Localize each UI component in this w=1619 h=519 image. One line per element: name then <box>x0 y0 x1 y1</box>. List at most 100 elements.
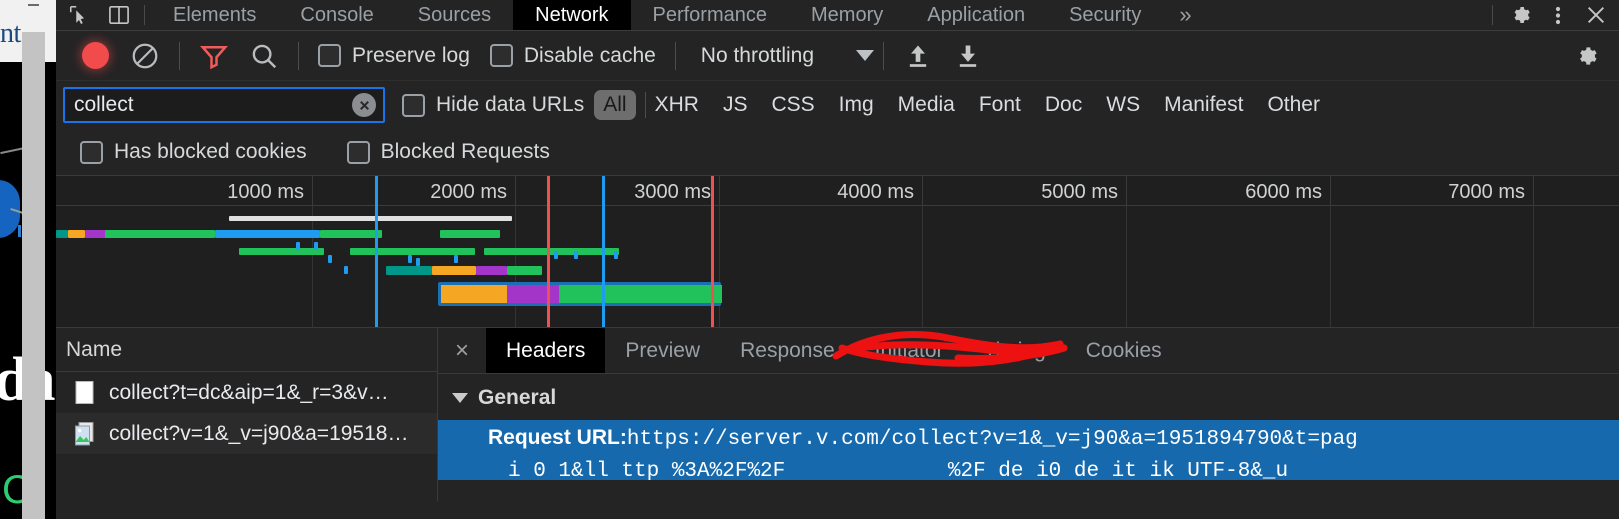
type-filter-manifest[interactable]: Manifest <box>1164 93 1243 117</box>
disable-cache-label: Disable cache <box>523 43 656 67</box>
overview-tick-label: 3000 ms <box>634 181 711 203</box>
has-blocked-cookies-box <box>80 140 103 164</box>
disable-cache-checkbox[interactable]: Disable cache <box>480 44 666 68</box>
waterfall-bar <box>386 266 432 275</box>
overview-tick-line <box>312 176 313 205</box>
waterfall-selected-bar[interactable] <box>438 282 722 306</box>
type-filter-media[interactable]: Media <box>898 93 955 117</box>
blocked-requests-label: Blocked Requests <box>380 140 550 163</box>
settings-gear-icon[interactable] <box>1503 0 1537 31</box>
type-filter-doc[interactable]: Doc <box>1045 93 1082 117</box>
tabs-overflow-icon[interactable]: » <box>1163 0 1207 30</box>
type-filter-all[interactable]: All <box>594 90 636 120</box>
waterfall-marker <box>408 255 412 263</box>
tab-performance[interactable]: Performance <box>631 0 790 30</box>
devtools-panel: Elements Console Sources Network Perform… <box>56 0 1619 519</box>
tab-network[interactable]: Network <box>513 0 631 30</box>
tab-response[interactable]: Response <box>720 328 855 373</box>
waterfall-bar <box>476 266 507 275</box>
tab-elements[interactable]: Elements <box>151 0 278 30</box>
page-content-behind-devtools: nt da C <box>0 0 56 519</box>
request-url-row[interactable]: Request URL:https://server.v.com/collect… <box>438 420 1619 458</box>
general-section-header[interactable]: General <box>438 374 1619 420</box>
overview-tick-label: 1000 ms <box>227 181 304 203</box>
tab-timing[interactable]: Timing <box>964 328 1066 373</box>
waterfall-bar <box>105 230 215 238</box>
waterfall-marker <box>614 251 618 259</box>
toolbar-divider-1 <box>179 41 180 70</box>
has-blocked-cookies-checkbox[interactable]: Has blocked cookies <box>70 140 317 164</box>
blocked-requests-checkbox[interactable]: Blocked Requests <box>337 140 560 164</box>
table-row[interactable]: collect?t=dc&aip=1&_r=3&v… <box>56 372 437 413</box>
dom-content-loaded-line <box>375 176 378 327</box>
import-har-button[interactable] <box>893 31 943 81</box>
tab-security[interactable]: Security <box>1047 0 1163 30</box>
type-filter-js[interactable]: JS <box>723 93 748 117</box>
type-filter-css[interactable]: CSS <box>771 93 814 117</box>
network-overview-waterfall[interactable]: 1000 ms 2000 ms 3000 ms 4000 ms 5000 ms 6000 … <box>56 175 1619 328</box>
type-filter-xhr[interactable]: XHR <box>655 93 699 117</box>
hide-data-urls-checkbox[interactable]: Hide data URLs <box>402 93 584 117</box>
type-filter-ws[interactable]: WS <box>1106 93 1140 117</box>
preserve-log-checkbox[interactable]: Preserve log <box>308 44 480 68</box>
close-devtools-icon[interactable] <box>1579 0 1613 31</box>
document-icon <box>74 380 96 406</box>
clear-filter-button[interactable] <box>352 93 376 117</box>
upload-arrow-icon <box>909 45 927 67</box>
network-settings-button[interactable] <box>1561 31 1611 81</box>
hide-data-urls-label: Hide data URLs <box>436 93 585 116</box>
waterfall-segment <box>507 285 559 303</box>
request-list-header[interactable]: Name <box>56 328 437 372</box>
overview-gridline <box>922 206 923 327</box>
preserve-log-box <box>318 44 341 67</box>
filter-input[interactable] <box>65 89 383 121</box>
waterfall-bar <box>507 266 542 275</box>
clear-icon <box>132 43 158 68</box>
record-button[interactable] <box>70 31 120 81</box>
tab-headers[interactable]: Headers <box>486 328 606 373</box>
waterfall-bar <box>56 230 68 238</box>
tab-initiator[interactable]: Initiator <box>855 328 964 373</box>
column-header-name: Name <box>66 337 123 361</box>
device-toolbar-icon[interactable] <box>106 2 132 28</box>
overview-tick-line <box>1533 176 1534 205</box>
export-har-button[interactable] <box>943 31 993 81</box>
waterfall-bar <box>278 216 348 221</box>
overview-gridline <box>719 206 720 327</box>
type-filter-img[interactable]: Img <box>839 93 874 117</box>
inspect-element-icon[interactable] <box>66 2 92 28</box>
request-url-line2-right: %2F de i0 de it ik UTF-8&_u <box>947 460 1289 480</box>
tab-memory[interactable]: Memory <box>789 0 905 30</box>
filter-input-wrapper[interactable] <box>63 87 385 123</box>
waterfall-bar <box>215 230 320 238</box>
throttling-dropdown[interactable]: No throttling <box>685 44 875 68</box>
waterfall-bar <box>239 248 324 255</box>
type-filter-font[interactable]: Font <box>979 93 1021 117</box>
tab-sources[interactable]: Sources <box>396 0 513 30</box>
overview-tick-label: 6000 ms <box>1245 181 1322 203</box>
search-button[interactable] <box>239 31 289 81</box>
tab-console[interactable]: Console <box>278 0 395 30</box>
more-options-icon[interactable] <box>1541 0 1575 31</box>
clear-button[interactable] <box>120 31 170 81</box>
request-details-pane: × Headers Preview Response Initiator Tim… <box>438 328 1619 501</box>
waterfall-marker <box>554 251 558 259</box>
waterfall-bar <box>350 248 475 255</box>
toolbar-divider-3 <box>674 41 676 70</box>
page-scrollbar[interactable] <box>22 0 45 519</box>
type-filter-other[interactable]: Other <box>1267 93 1320 117</box>
tab-cookies[interactable]: Cookies <box>1066 328 1182 373</box>
scrollbar-arrow-icon <box>28 4 39 6</box>
network-filter-row: Hide data URLs All XHR JS CSS Img Media … <box>56 81 1619 129</box>
filter-toggle-button[interactable] <box>189 31 239 81</box>
tab-application[interactable]: Application <box>905 0 1047 30</box>
overview-tick-line <box>719 176 720 205</box>
waterfall-bar <box>408 216 512 221</box>
toolbar-divider-2 <box>298 41 299 70</box>
request-url-row-wrapped[interactable]: i 0 1&ll ttp %3A%2F%2F %2F de i0 de it i… <box>438 458 1619 480</box>
waterfall-marker <box>574 251 578 259</box>
close-details-icon[interactable]: × <box>438 328 486 373</box>
record-icon <box>81 42 109 69</box>
tab-preview[interactable]: Preview <box>605 328 720 373</box>
table-row[interactable]: collect?v=1&_v=j90&a=19518… <box>56 413 437 454</box>
